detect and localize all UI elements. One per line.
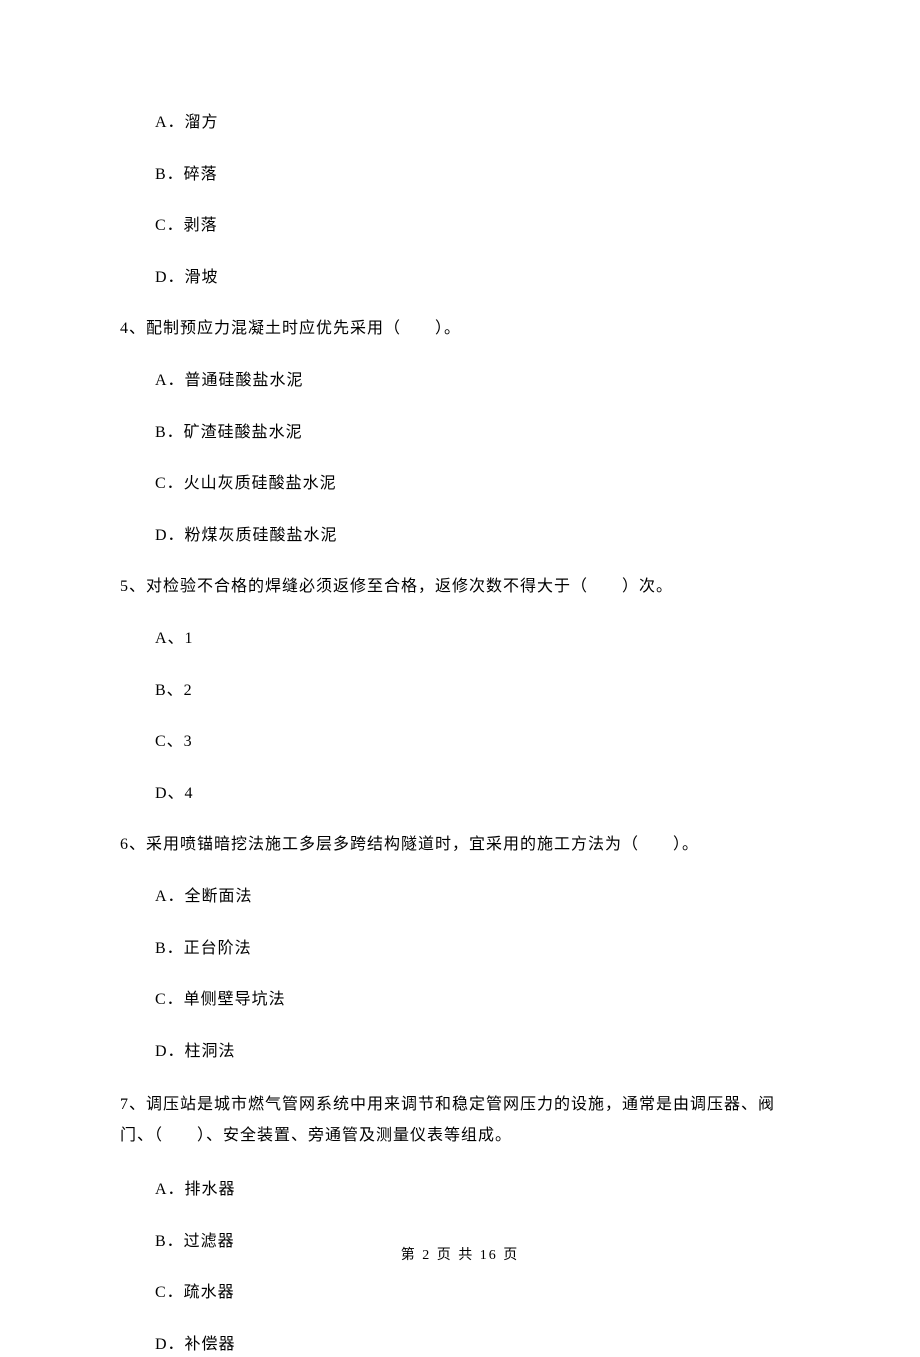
q4-option-b: B．矿渣硅酸盐水泥 xyxy=(120,420,800,446)
q7-text: 7、调压站是城市燃气管网系统中用来调节和稳定管网压力的设施，通常是由调压器、阀门… xyxy=(120,1090,800,1151)
q4-option-d: D．粉煤灰质硅酸盐水泥 xyxy=(120,523,800,549)
q6-option-b: B．正台阶法 xyxy=(120,936,800,962)
q3-option-c: C．剥落 xyxy=(120,213,800,239)
q7-option-a: A．排水器 xyxy=(120,1177,800,1203)
q6-text: 6、采用喷锚暗挖法施工多层多跨结构隧道时，宜采用的施工方法为（ ）。 xyxy=(120,832,800,858)
q5-option-b: B、2 xyxy=(120,678,800,704)
page-footer: 第 2 页 共 16 页 xyxy=(0,1244,920,1264)
q6-option-d: D．柱洞法 xyxy=(120,1039,800,1065)
q5-option-c: C、3 xyxy=(120,729,800,755)
q5-text: 5、对检验不合格的焊缝必须返修至合格，返修次数不得大于（ ）次。 xyxy=(120,574,800,600)
q4-text: 4、配制预应力混凝土时应优先采用（ ）。 xyxy=(120,316,800,342)
q5-option-a: A、1 xyxy=(120,626,800,652)
q6-option-c: C．单侧壁导坑法 xyxy=(120,987,800,1013)
q6-option-a: A．全断面法 xyxy=(120,884,800,910)
q3-option-b: B．碎落 xyxy=(120,162,800,188)
q3-option-d: D．滑坡 xyxy=(120,265,800,291)
q4-option-c: C．火山灰质硅酸盐水泥 xyxy=(120,471,800,497)
q4-option-a: A．普通硅酸盐水泥 xyxy=(120,368,800,394)
q5-option-d: D、4 xyxy=(120,781,800,807)
page-content: A．溜方 B．碎落 C．剥落 D．滑坡 4、配制预应力混凝土时应优先采用（ ）。… xyxy=(0,0,920,1357)
q7-option-d: D．补偿器 xyxy=(120,1332,800,1357)
q7-option-c: C．疏水器 xyxy=(120,1280,800,1306)
q3-option-a: A．溜方 xyxy=(120,110,800,136)
